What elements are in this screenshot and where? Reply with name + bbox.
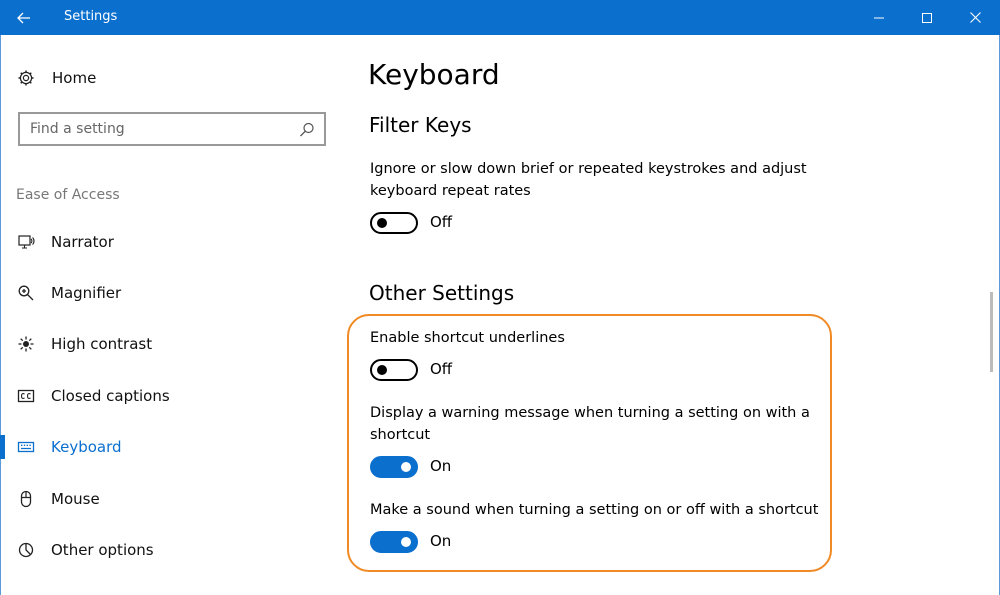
sidebar-item-label: Magnifier xyxy=(51,284,122,302)
maximize-button[interactable] xyxy=(903,0,951,35)
close-button[interactable] xyxy=(951,0,999,35)
keyboard-icon xyxy=(16,437,36,457)
sidebar-item-label: Keyboard xyxy=(51,438,122,456)
magnifier-icon xyxy=(16,283,36,303)
warning-message-state: On xyxy=(430,457,452,475)
page-title: Keyboard xyxy=(368,58,500,91)
toggle-knob xyxy=(377,218,387,228)
filter-keys-state: Off xyxy=(430,213,453,231)
gear-icon xyxy=(16,68,36,88)
section-label-ease-of-access: Ease of Access xyxy=(16,187,120,203)
shortcut-underlines-state: Off xyxy=(430,360,453,378)
sidebar-item-label: Other options xyxy=(51,541,154,559)
sidebar-item-label: High contrast xyxy=(51,335,153,353)
sidebar-item-label: Closed captions xyxy=(51,387,170,405)
toggle-knob xyxy=(377,365,387,375)
sidebar-item-mouse[interactable]: Mouse xyxy=(16,487,100,511)
toggle-knob xyxy=(401,462,411,472)
filter-keys-heading: Filter Keys xyxy=(369,113,472,137)
shortcut-sound-label: Make a sound when turning a setting on o… xyxy=(370,502,819,518)
warning-message-label: Display a warning message when turning a… xyxy=(370,405,810,443)
shortcut-underlines-toggle[interactable] xyxy=(370,359,418,381)
back-button[interactable] xyxy=(0,0,48,35)
other-settings-heading: Other Settings xyxy=(369,281,515,305)
sidebar-item-keyboard[interactable]: Keyboard xyxy=(16,435,122,459)
narrator-icon xyxy=(16,232,36,252)
window-title: Settings xyxy=(64,9,118,24)
maximize-icon xyxy=(922,12,932,23)
sidebar-item-label: Narrator xyxy=(51,233,114,251)
search-icon[interactable] xyxy=(298,121,316,139)
scrollbar-thumb[interactable] xyxy=(990,292,993,372)
sidebar-item-home[interactable]: Home xyxy=(16,66,96,90)
window-border-left xyxy=(0,35,1,595)
toggle-knob xyxy=(401,537,411,547)
minimize-icon xyxy=(874,17,884,18)
mouse-icon xyxy=(16,489,36,509)
shortcut-underlines-label: Enable shortcut underlines xyxy=(370,330,565,346)
back-arrow-icon xyxy=(17,12,30,23)
sidebar-item-high-contrast[interactable]: High contrast xyxy=(16,332,152,356)
selected-indicator xyxy=(0,435,5,459)
sidebar-item-closed-captions[interactable]: Closed captions xyxy=(16,384,170,408)
title-bar: Settings xyxy=(0,0,1000,35)
search-input[interactable] xyxy=(30,120,290,138)
close-icon xyxy=(969,12,981,23)
shortcut-sound-toggle[interactable] xyxy=(370,531,418,553)
search-box[interactable] xyxy=(18,112,326,146)
minimize-button[interactable] xyxy=(855,0,903,35)
sidebar-item-magnifier[interactable]: Magnifier xyxy=(16,281,121,305)
filter-keys-toggle[interactable] xyxy=(370,212,418,234)
high-contrast-icon xyxy=(16,334,36,354)
sidebar-item-other-options[interactable]: Other options xyxy=(16,538,154,562)
warning-message-toggle[interactable] xyxy=(370,456,418,478)
home-label: Home xyxy=(52,69,97,87)
shortcut-sound-state: On xyxy=(430,532,452,550)
other-options-icon xyxy=(16,540,36,560)
sidebar-item-narrator[interactable]: Narrator xyxy=(16,230,114,254)
closed-captions-icon xyxy=(16,386,36,406)
sidebar-item-label: Mouse xyxy=(51,490,100,508)
filter-keys-description: Ignore or slow down brief or repeated ke… xyxy=(370,161,807,199)
